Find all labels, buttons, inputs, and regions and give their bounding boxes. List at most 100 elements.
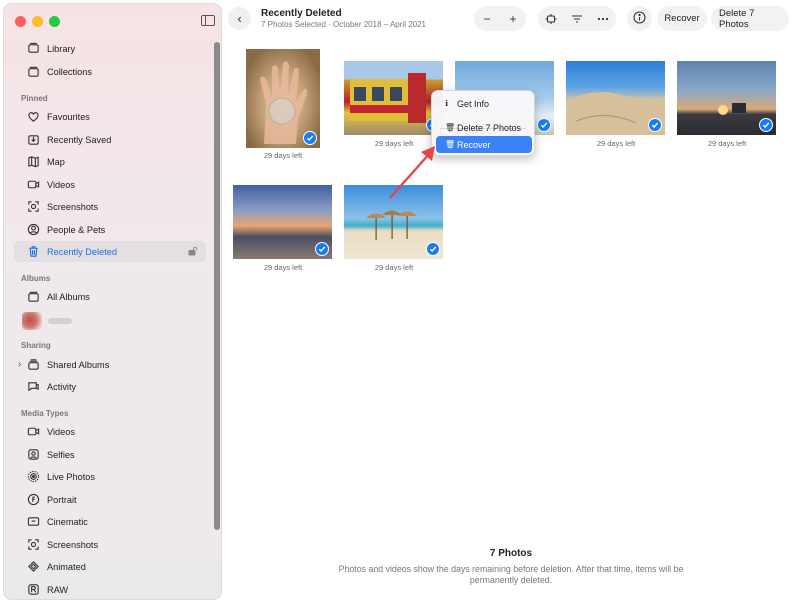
sidebar-item-favourites[interactable]: Favourites bbox=[14, 106, 206, 127]
albums-icon bbox=[26, 290, 40, 304]
sidebar-item-animated[interactable]: Animated bbox=[14, 556, 206, 577]
page-title: Recently Deleted bbox=[261, 8, 342, 19]
animated-icon bbox=[26, 560, 40, 574]
sidebar-item-label: Screenshots bbox=[47, 539, 99, 550]
sidebar-item-recently-saved[interactable]: Recently Saved bbox=[14, 129, 206, 150]
sidebar-item-recently-deleted[interactable]: Recently Deleted bbox=[14, 241, 206, 262]
selected-check-icon bbox=[315, 242, 329, 256]
info-button[interactable] bbox=[627, 6, 652, 31]
blurred-album-thumbnail bbox=[22, 311, 42, 330]
more-options-icon[interactable] bbox=[590, 13, 616, 25]
recover-button[interactable]: Recover bbox=[657, 6, 707, 31]
days-left-label: 29 days left bbox=[374, 263, 414, 272]
zoom-out-button[interactable]: − bbox=[474, 12, 500, 26]
video-icon bbox=[26, 425, 40, 439]
zoom-control: − + bbox=[474, 6, 526, 31]
video-icon bbox=[26, 178, 40, 192]
section-heading-albums: Albums bbox=[21, 274, 51, 283]
sidebar-item-portrait[interactable]: Portrait bbox=[14, 489, 206, 510]
map-icon bbox=[26, 155, 40, 169]
sidebar-item-raw[interactable]: RAW bbox=[14, 579, 206, 599]
sidebar-item-cinematic[interactable]: Cinematic bbox=[14, 511, 206, 532]
sidebar-toggle-icon[interactable] bbox=[201, 15, 215, 26]
sidebar-item-people-pets[interactable]: People & Pets bbox=[14, 219, 206, 240]
sidebar-item-label: Collections bbox=[47, 66, 92, 77]
fullscreen-window-button[interactable] bbox=[49, 16, 60, 27]
sidebar-item-label: Live Photos bbox=[47, 471, 96, 482]
info-icon: ℹ bbox=[445, 99, 449, 108]
minimize-window-button[interactable] bbox=[32, 16, 43, 27]
sidebar-item-live-photos[interactable]: Live Photos bbox=[14, 466, 206, 487]
selected-check-icon bbox=[759, 118, 773, 132]
raw-icon bbox=[26, 583, 40, 597]
delete-photos-button[interactable]: Delete 7 Photos bbox=[711, 6, 789, 31]
filter-icon[interactable] bbox=[564, 13, 590, 25]
sidebar-item-label: Portrait bbox=[47, 494, 77, 505]
shared-albums-icon bbox=[26, 358, 40, 372]
sidebar-item-shared-albums[interactable]: › Shared Albums bbox=[14, 354, 206, 375]
section-heading-pinned: Pinned bbox=[21, 94, 48, 103]
sidebar-item-library[interactable]: Library bbox=[14, 38, 206, 59]
sidebar-item-label: RAW bbox=[47, 584, 69, 595]
collections-icon bbox=[26, 65, 40, 79]
sidebar-item-label: Recently Saved bbox=[47, 134, 112, 145]
photo-thumbnail[interactable] bbox=[677, 61, 776, 135]
sidebar-item-label: Selfies bbox=[47, 449, 75, 460]
menu-item-recover[interactable]: 🗑 Recover bbox=[436, 136, 532, 153]
photo-thumbnail[interactable] bbox=[344, 61, 443, 135]
chevron-right-icon[interactable]: › bbox=[18, 359, 21, 370]
screenshot-icon bbox=[26, 538, 40, 552]
photo-count: 7 Photos bbox=[489, 548, 533, 559]
deletion-note: Photos and videos show the days remainin… bbox=[338, 564, 684, 585]
menu-item-label: Delete 7 Photos bbox=[457, 122, 522, 133]
selected-check-icon bbox=[303, 131, 317, 145]
photo-thumbnail[interactable] bbox=[233, 185, 332, 259]
toolbar: ‹ Recently Deleted 7 Photos Selected · O… bbox=[222, 0, 800, 38]
days-left-label: 29 days left bbox=[707, 139, 747, 148]
sidebar-item-label: Map bbox=[47, 156, 65, 167]
back-button[interactable]: ‹ bbox=[228, 7, 251, 30]
photos-window: Library Collections Pinned Favourites Re… bbox=[0, 0, 800, 604]
sidebar-item-screenshots[interactable]: Screenshots bbox=[14, 196, 206, 217]
unlock-icon[interactable] bbox=[188, 246, 198, 256]
person-icon bbox=[26, 223, 40, 237]
activity-icon bbox=[26, 380, 40, 394]
slideshow-icon[interactable] bbox=[538, 13, 564, 25]
sidebar-scrollbar[interactable] bbox=[214, 42, 220, 530]
sidebar-item-blurred-album[interactable] bbox=[14, 310, 206, 331]
live-photo-icon bbox=[26, 470, 40, 484]
sidebar-item-label: Videos bbox=[47, 426, 75, 437]
photo-thumbnail[interactable] bbox=[566, 61, 665, 135]
selected-check-icon bbox=[426, 242, 440, 256]
page-subtitle: 7 Photos Selected · October 2018 – April… bbox=[261, 20, 426, 29]
sidebar-item-all-albums[interactable]: All Albums bbox=[14, 286, 206, 307]
menu-item-label: Get Info bbox=[457, 98, 490, 109]
menu-item-get-info[interactable]: ℹ Get Info bbox=[436, 95, 532, 112]
section-heading-media-types: Media Types bbox=[21, 409, 69, 418]
heart-icon bbox=[26, 110, 40, 124]
photo-thumbnail[interactable] bbox=[246, 49, 320, 148]
sidebar-item-map[interactable]: Map bbox=[14, 151, 206, 172]
trash-icon: 🗑 bbox=[445, 140, 456, 149]
sidebar-item-label: Recently Deleted bbox=[47, 246, 117, 257]
menu-item-delete[interactable]: 🗑 Delete 7 Photos bbox=[436, 119, 532, 136]
close-window-button[interactable] bbox=[15, 16, 26, 27]
blurred-album-label bbox=[48, 317, 72, 324]
sidebar-item-selfies[interactable]: Selfies bbox=[14, 444, 206, 465]
sidebar-item-media-screenshots[interactable]: Screenshots bbox=[14, 534, 206, 555]
trash-icon: 🗑 bbox=[445, 123, 456, 132]
section-heading-sharing: Sharing bbox=[21, 341, 51, 350]
download-icon bbox=[26, 133, 40, 147]
library-icon bbox=[26, 42, 40, 56]
sidebar-item-activity[interactable]: Activity bbox=[14, 376, 206, 397]
sidebar-item-collections[interactable]: Collections bbox=[14, 61, 206, 82]
sidebar-item-videos[interactable]: Videos bbox=[14, 174, 206, 195]
sidebar-item-media-videos[interactable]: Videos bbox=[14, 421, 206, 442]
zoom-in-button[interactable]: + bbox=[500, 12, 526, 26]
sidebar-item-label: Favourites bbox=[47, 111, 90, 122]
selfie-icon bbox=[26, 448, 40, 462]
annotation-arrow bbox=[389, 146, 435, 199]
portrait-icon bbox=[26, 493, 40, 507]
sidebar-item-label: Library bbox=[47, 43, 76, 54]
context-menu: ℹ Get Info 🗑 Delete 7 Photos 🗑 Recover bbox=[431, 90, 535, 156]
